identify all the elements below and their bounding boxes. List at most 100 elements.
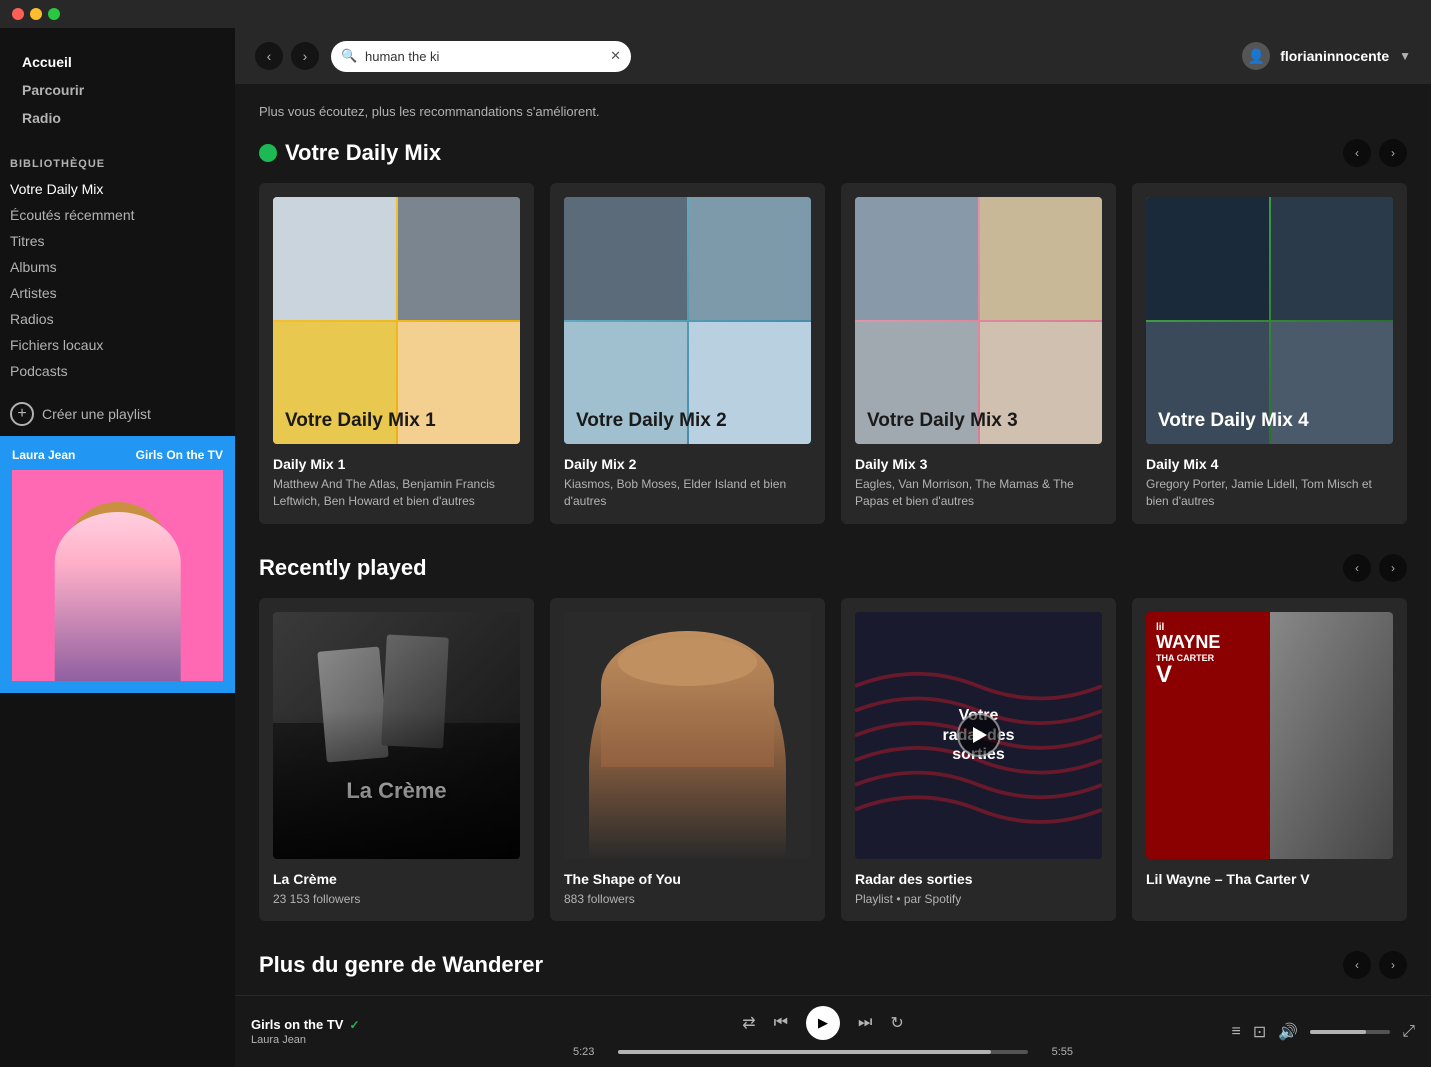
player-right: ≡ ⊡ 🔊 ⤢ — [1215, 1022, 1415, 1042]
sidebar-item-ecoutes-recemment[interactable]: Écoutés récemment — [0, 202, 235, 228]
repeat-button[interactable]: ↻ — [890, 1013, 903, 1033]
album-art-figure — [54, 512, 181, 681]
mix3-photo-grid — [855, 197, 1102, 444]
daily-mix-nav-prev[interactable]: ‹ — [1343, 139, 1371, 167]
mix2-overlay: Votre Daily Mix 2 — [576, 411, 799, 432]
volume-button[interactable]: 🔊 — [1278, 1022, 1298, 1042]
lacreme-text: La Crème — [346, 778, 446, 804]
mix3-tl — [855, 197, 978, 320]
daily-mix-4-title: Daily Mix 4 — [1146, 456, 1393, 472]
recently-played-nav-next[interactable]: › — [1379, 554, 1407, 582]
sidebar-item-radios[interactable]: Radios — [0, 306, 235, 332]
sidebar-item-artistes[interactable]: Artistes — [0, 280, 235, 306]
volume-bar[interactable] — [1310, 1030, 1390, 1034]
spotify-icon — [259, 144, 277, 162]
recently-played-lacreme-card[interactable]: La Crème La Crème 23 153 followers — [259, 598, 534, 922]
shuffle-button[interactable]: ⇄ — [742, 1013, 755, 1033]
radar-title: Radar des sorties — [855, 871, 1102, 887]
edsheeran-subtitle: 883 followers — [564, 891, 811, 908]
daily-mix-grid: Votre Daily Mix 1 Daily Mix 1 Matthew An… — [259, 183, 1407, 524]
sidebar-item-accueil[interactable]: Accueil — [12, 48, 223, 76]
daily-mix-4-card[interactable]: Votre Daily Mix 4 Daily Mix 4 Gregory Po… — [1132, 183, 1407, 524]
sidebar: Accueil Parcourir Radio BIBLIOTHÈQUE Vot… — [0, 28, 235, 1067]
recently-played-radar-card[interactable]: Votre radar des sorties R — [841, 598, 1116, 922]
traffic-lights — [12, 8, 60, 20]
player-track-info: Girls on the TV ✓ Laura Jean — [251, 1017, 431, 1046]
mix1-overlay: Votre Daily Mix 1 — [285, 411, 508, 432]
nav-arrows: ‹ › — [255, 42, 319, 70]
sidebar-item-podcasts[interactable]: Podcasts — [0, 358, 235, 384]
play-pause-button[interactable]: ▶ — [806, 1006, 840, 1040]
edsheeran-title: The Shape of You — [564, 871, 811, 887]
radar-play-button-overlay[interactable] — [855, 612, 1102, 859]
nav-back-button[interactable]: ‹ — [255, 42, 283, 70]
wanderer-nav-next[interactable]: › — [1379, 951, 1407, 979]
lacreme-subtitle: 23 153 followers — [273, 891, 520, 908]
plus-icon: + — [10, 402, 34, 426]
daily-mix-2-description: Kiasmos, Bob Moses, Elder Island et bien… — [564, 476, 811, 510]
player-track-name: Girls on the TV ✓ — [251, 1017, 431, 1032]
titlebar — [0, 0, 1431, 28]
search-input[interactable] — [331, 41, 631, 72]
wanderer-section-title: Plus du genre de Wanderer — [259, 952, 543, 978]
section-nav-wanderer: ‹ › — [1343, 951, 1407, 979]
main-content: ‹ › 🔍 ✕ 👤 florianinnocente ▼ Plus vous é… — [235, 28, 1431, 1067]
mix2-tl — [564, 197, 687, 320]
player-progress: 5:23 5:55 — [573, 1046, 1073, 1058]
daily-mix-1-card[interactable]: Votre Daily Mix 1 Daily Mix 1 Matthew An… — [259, 183, 534, 524]
daily-mix-section-header: Votre Daily Mix ‹ › — [259, 139, 1407, 167]
sidebar-item-parcourir[interactable]: Parcourir — [12, 76, 223, 104]
mix4-overlay: Votre Daily Mix 4 — [1158, 411, 1381, 432]
chevron-down-icon[interactable]: ▼ — [1399, 49, 1411, 63]
section-nav-recently-played: ‹ › — [1343, 554, 1407, 582]
ed-art — [564, 612, 811, 859]
section-nav-daily-mix: ‹ › — [1343, 139, 1407, 167]
page-scroll[interactable]: Plus vous écoutez, plus les recommandati… — [235, 84, 1431, 995]
daily-mix-3-description: Eagles, Van Morrison, The Mamas & The Pa… — [855, 476, 1102, 510]
lw-text: lil WAYNE THA CARTER V — [1156, 622, 1220, 688]
sidebar-item-votre-daily-mix[interactable]: Votre Daily Mix — [0, 176, 235, 202]
nav-forward-button[interactable]: › — [291, 42, 319, 70]
player-controls: ⇄ ⏮ ▶ ⏭ ↻ 5:23 5:55 — [447, 1006, 1199, 1058]
sidebar-item-titres[interactable]: Titres — [0, 228, 235, 254]
recently-played-title: Recently played — [259, 555, 427, 581]
mix1-photo-grid — [273, 197, 520, 444]
wanderer-nav-prev[interactable]: ‹ — [1343, 951, 1371, 979]
recently-played-nav-prev[interactable]: ‹ — [1343, 554, 1371, 582]
progress-bar[interactable] — [618, 1050, 1028, 1054]
fullscreen-button[interactable] — [48, 8, 60, 20]
prev-button[interactable]: ⏮ — [774, 1014, 788, 1032]
play-circle — [957, 713, 1001, 757]
daily-mix-3-title: Daily Mix 3 — [855, 456, 1102, 472]
fullscreen-toggle-button[interactable]: ⤢ — [1402, 1023, 1415, 1041]
search-clear-icon[interactable]: ✕ — [610, 48, 621, 64]
queue-button[interactable]: ≡ — [1232, 1023, 1241, 1041]
devices-button[interactable]: ⊡ — [1253, 1022, 1266, 1042]
np-cover[interactable] — [12, 470, 223, 681]
mix1-tl — [273, 197, 396, 320]
player-bar: Girls on the TV ✓ Laura Jean ⇄ ⏮ ▶ ⏭ ↻ 5… — [235, 995, 1431, 1067]
create-playlist-button[interactable]: + Créer une playlist — [0, 392, 235, 436]
player-liked-icon: ✓ — [349, 1018, 359, 1032]
progress-fill — [618, 1050, 991, 1054]
sidebar-section-label-bibliotheque: BIBLIOTHÈQUE — [0, 142, 235, 176]
lacreme-image: La Crème — [273, 612, 520, 859]
daily-mix-2-card[interactable]: Votre Daily Mix 2 Daily Mix 2 Kiasmos, B… — [550, 183, 825, 524]
sidebar-library: Votre Daily Mix Écoutés récemment Titres… — [0, 176, 235, 384]
sidebar-item-fichiers-locaux[interactable]: Fichiers locaux — [0, 332, 235, 358]
recently-played-edsheeran-card[interactable]: The Shape of You 883 followers — [550, 598, 825, 922]
username-label: florianinnocente — [1280, 48, 1389, 64]
recently-played-lilwayne-card[interactable]: lil WAYNE THA CARTER V Lil Wayne — [1132, 598, 1407, 922]
close-button[interactable] — [12, 8, 24, 20]
sidebar-item-radio[interactable]: Radio — [12, 104, 223, 132]
daily-mix-3-card[interactable]: Votre Daily Mix 3 Daily Mix 3 Eagles, Va… — [841, 183, 1116, 524]
player-track-name-text: Girls on the TV — [251, 1017, 343, 1032]
daily-mix-4-image: Votre Daily Mix 4 — [1146, 197, 1393, 444]
daily-mix-3-image: Votre Daily Mix 3 — [855, 197, 1102, 444]
daily-mix-nav-next[interactable]: › — [1379, 139, 1407, 167]
next-button[interactable]: ⏭ — [858, 1014, 872, 1032]
sidebar-item-albums[interactable]: Albums — [0, 254, 235, 280]
minimize-button[interactable] — [30, 8, 42, 20]
sidebar-now-playing: Laura Jean Girls On the TV — [0, 436, 235, 693]
lacreme-art: La Crème — [273, 612, 520, 859]
